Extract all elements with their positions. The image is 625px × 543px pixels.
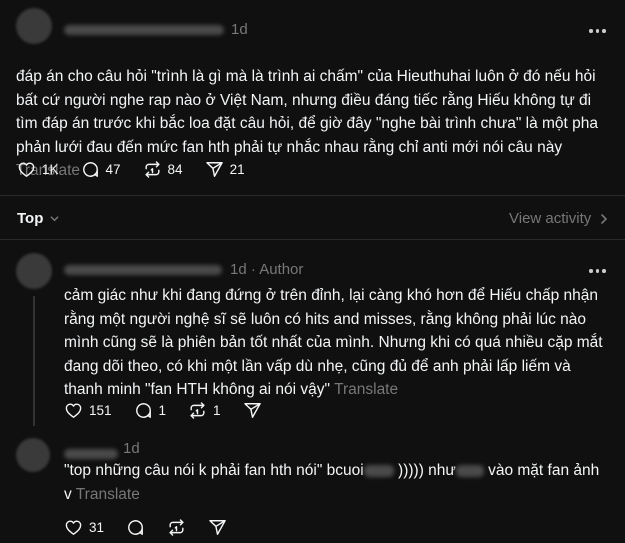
reply2-actions: 31 [64, 518, 227, 537]
post-actions: 1K 47 84 21 [17, 160, 245, 179]
reply2-like-count: 31 [89, 520, 105, 535]
chevron-down-icon [50, 216, 59, 222]
reply2-repost-button[interactable] [167, 518, 186, 537]
reply2-text-part1: "top những câu nói k phải fan hth nói" b… [64, 462, 364, 479]
reply1-time: 1d [230, 261, 247, 278]
reply1-meta: 1d · Author [230, 261, 303, 278]
sort-label: Top [17, 210, 44, 227]
chevron-right-icon [601, 213, 608, 224]
repost-icon [169, 519, 184, 536]
sort-divider [0, 239, 625, 240]
post-time: 1d [231, 21, 248, 38]
reply1-dot: · [250, 261, 256, 278]
reply2-text-part2: ))))) như [398, 462, 456, 479]
reply1-thread-line [33, 296, 35, 426]
sort-dropdown[interactable]: Top [17, 210, 60, 227]
heart-icon [65, 403, 82, 418]
post-more-icon[interactable] [589, 29, 606, 33]
reply1-like-count: 151 [89, 403, 112, 418]
post-like-count: 1K [42, 162, 59, 177]
post-like-button[interactable]: 1K [17, 160, 59, 179]
reply1-reply-button[interactable]: 1 [134, 401, 167, 420]
post-text: đáp án cho câu hỏi "trình là gì mà là tr… [16, 68, 598, 156]
reply2-blurred-word2 [455, 464, 484, 477]
reply2-share-button[interactable] [208, 518, 227, 537]
reply1-translate-link[interactable]: Translate [334, 381, 398, 398]
repost-icon [145, 161, 160, 178]
post-repost-count: 84 [167, 162, 183, 177]
view-activity-label: View activity [509, 210, 592, 227]
reply1-repost-button[interactable]: 1 [188, 401, 221, 420]
reply2-author-name[interactable] [64, 449, 118, 459]
reply1-author-badge: Author [259, 261, 304, 278]
heart-icon [65, 520, 82, 535]
reply2-like-button[interactable]: 31 [64, 518, 104, 537]
repost-icon [190, 402, 205, 419]
reply2-body: "top những câu nói k phải fan hth nói" b… [64, 459, 610, 506]
reply2-translate-link[interactable]: Translate [76, 486, 140, 503]
post-reply-count: 47 [105, 162, 121, 177]
post-repost-button[interactable]: 84 [143, 160, 183, 179]
comment-icon [128, 520, 143, 535]
reply2-blurred-word [363, 464, 394, 477]
reply2-text-line2: v [64, 485, 72, 503]
reply1-avatar[interactable] [16, 253, 52, 289]
post-share-count: 21 [229, 162, 245, 177]
post-author-name[interactable] [64, 25, 224, 35]
comment-icon [82, 162, 98, 177]
reply1-body: cảm giác như khi đang đứng ở trên đỉnh, … [64, 284, 610, 402]
reply1-more-icon[interactable] [589, 269, 606, 273]
view-activity-link[interactable]: View activity [509, 210, 609, 227]
post-share-button[interactable]: 21 [205, 160, 245, 179]
post-avatar[interactable] [16, 8, 52, 44]
reply1-share-button[interactable] [243, 401, 262, 420]
reply1-author-name[interactable] [64, 265, 222, 275]
reply1-reply-count: 1 [158, 403, 167, 418]
share-icon [205, 162, 223, 177]
reply2-text-part3: vào mặt fan ảnh [488, 462, 600, 479]
reply2-time: 1d [123, 440, 140, 457]
post-divider [0, 195, 625, 196]
reply1-actions: 151 1 1 [64, 401, 262, 420]
post-reply-button[interactable]: 47 [81, 160, 121, 179]
comment-icon [135, 403, 151, 418]
share-icon [243, 403, 261, 418]
reply1-repost-count: 1 [213, 403, 221, 418]
reply2-reply-button[interactable] [126, 518, 145, 537]
reply2-avatar[interactable] [16, 438, 50, 472]
heart-icon [18, 162, 35, 177]
share-icon [209, 520, 226, 535]
reply1-like-button[interactable]: 151 [64, 401, 112, 420]
